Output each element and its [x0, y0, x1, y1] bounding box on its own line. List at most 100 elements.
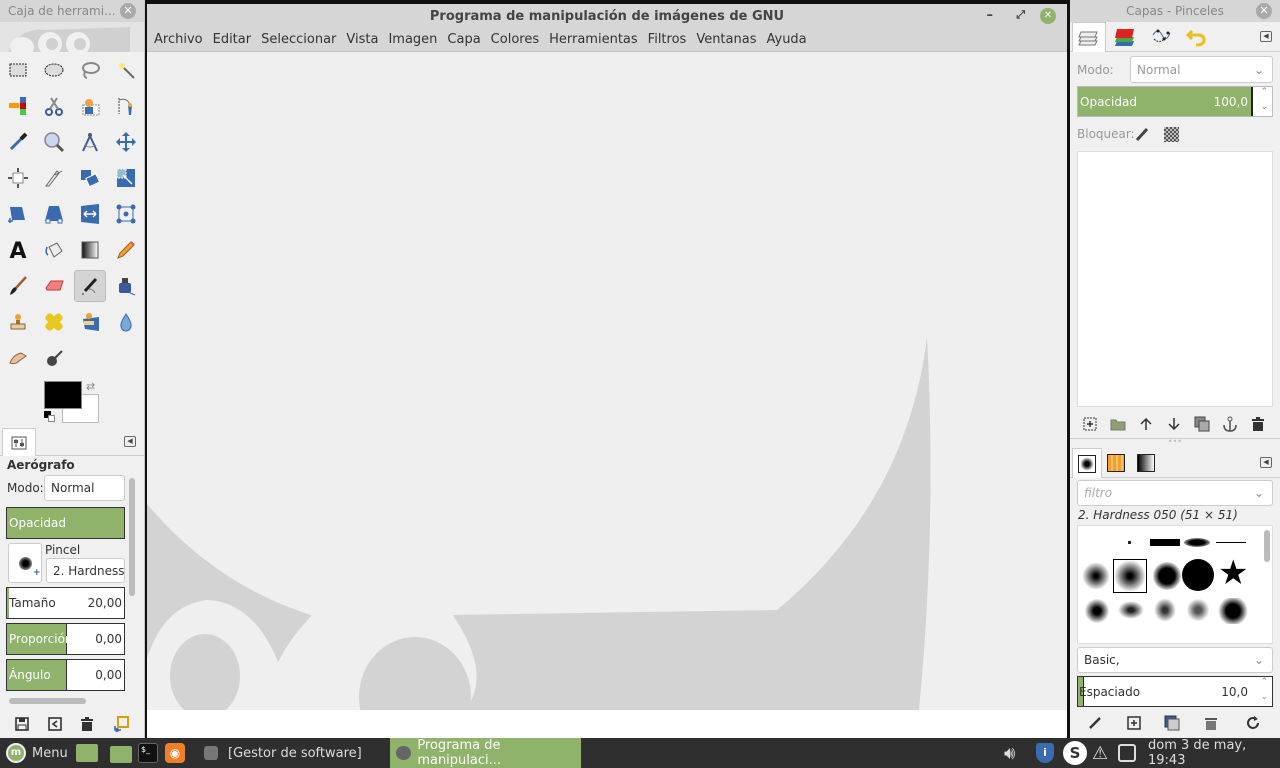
tool-bucket-fill[interactable]: [38, 234, 70, 266]
menu-herramientas[interactable]: Herramientas: [544, 32, 643, 47]
tab-gradients[interactable]: [1137, 454, 1155, 472]
tool-zoom[interactable]: [38, 126, 70, 158]
tool-options-vscrollbar[interactable]: [129, 478, 135, 596]
menu-vista[interactable]: Vista: [341, 32, 383, 47]
brush-grid[interactable]: ★: [1077, 525, 1273, 644]
tool-select-by-color[interactable]: [2, 90, 34, 122]
tool-ink[interactable]: [110, 270, 142, 302]
brush-item[interactable]: [1084, 599, 1110, 623]
spin-up-icon[interactable]: ⌃: [1260, 87, 1268, 97]
brush-item[interactable]: [1150, 539, 1180, 546]
tool-options-hscrollbar[interactable]: [9, 698, 86, 704]
taskbar-window-gimp[interactable]: Programa de manipulaci...: [390, 738, 581, 768]
menu-archivo[interactable]: Archivo: [149, 32, 208, 47]
tool-flip[interactable]: [74, 198, 106, 230]
brush-item[interactable]: [1182, 559, 1214, 591]
menu-imagen[interactable]: Imagen: [383, 32, 442, 47]
tool-free-select[interactable]: [74, 54, 106, 86]
tool-paths[interactable]: [110, 90, 142, 122]
tool-heal[interactable]: [38, 306, 70, 338]
anchor-layer-button[interactable]: [1219, 413, 1241, 435]
tool-text[interactable]: A: [2, 234, 34, 266]
angle-slider[interactable]: Ángulo 0,00: [6, 659, 125, 691]
brush-grid-scrollbar[interactable]: [1264, 530, 1270, 562]
duplicate-brush-button[interactable]: [1161, 712, 1183, 734]
new-layer-group-button[interactable]: [1107, 413, 1129, 435]
tool-unified-transform[interactable]: [74, 162, 106, 194]
brush-item-star[interactable]: ★: [1218, 556, 1248, 590]
foreground-color-swatch[interactable]: [44, 381, 82, 409]
menu-capa[interactable]: Capa: [442, 32, 485, 47]
brush-item[interactable]: [1186, 599, 1210, 621]
brush-tag-dropdown[interactable]: Basic, ⌄: [1077, 647, 1273, 673]
panel-menu-icon[interactable]: ◀: [124, 436, 136, 447]
brush-item[interactable]: [1184, 538, 1210, 547]
taskbar-window-software-manager[interactable]: [Gestor de software]: [198, 738, 386, 768]
firefox-launcher[interactable]: ◉: [165, 738, 185, 768]
dock-close-button[interactable]: ✕: [1256, 3, 1272, 19]
tool-blur-sharpen[interactable]: [110, 306, 142, 338]
minimize-button[interactable]: –: [987, 8, 994, 23]
maximize-button[interactable]: ⤢: [1016, 8, 1025, 22]
spin-down-icon[interactable]: ⌄: [1260, 102, 1268, 112]
terminal-launcher[interactable]: $_: [138, 738, 158, 768]
tool-perspective-clone[interactable]: [74, 306, 106, 338]
tool-perspective[interactable]: [2, 198, 34, 230]
tool-rect-select[interactable]: [2, 54, 34, 86]
lower-layer-button[interactable]: [1163, 413, 1185, 435]
tool-scale[interactable]: [110, 162, 142, 194]
brush-item-selected[interactable]: [1113, 559, 1147, 593]
size-slider[interactable]: Tamaño 20,00: [6, 587, 125, 619]
menu-editar[interactable]: Editar: [208, 32, 257, 47]
tool-ellipse-select[interactable]: [38, 54, 70, 86]
tab-channels[interactable]: [1110, 25, 1140, 49]
raise-layer-button[interactable]: [1135, 413, 1157, 435]
update-manager-icon[interactable]: i: [1036, 738, 1054, 768]
save-tool-preset-button[interactable]: [11, 713, 33, 735]
tool-cage-transform[interactable]: [110, 198, 142, 230]
tool-airbrush[interactable]: [74, 270, 106, 302]
tab-paths[interactable]: [1146, 25, 1176, 49]
brush-item[interactable]: [1154, 598, 1176, 622]
tab-layers[interactable]: [1072, 22, 1106, 52]
lock-pixels-icon[interactable]: [1134, 126, 1150, 142]
show-desktop-button[interactable]: [76, 738, 98, 768]
tab-undo-history[interactable]: [1182, 25, 1212, 49]
tool-alignment[interactable]: [2, 162, 34, 194]
menu-filtros[interactable]: Filtros: [643, 32, 692, 47]
tool-color-picker[interactable]: [2, 126, 34, 158]
menu-ayuda[interactable]: Ayuda: [761, 32, 811, 47]
tool-smudge[interactable]: [2, 342, 34, 374]
tab-brushes[interactable]: [1072, 448, 1102, 478]
tool-dodge-burn[interactable]: [38, 342, 70, 374]
tool-3d-transform[interactable]: [38, 198, 70, 230]
tool-crop[interactable]: [38, 162, 70, 194]
tab-patterns[interactable]: [1107, 454, 1125, 472]
tool-foreground-select[interactable]: [74, 90, 106, 122]
delete-tool-preset-button[interactable]: [76, 713, 98, 735]
delete-layer-button[interactable]: [1247, 413, 1269, 435]
image-canvas-area[interactable]: [147, 52, 1067, 710]
tool-eraser[interactable]: [38, 270, 70, 302]
tool-paintbrush[interactable]: [2, 270, 34, 302]
clock[interactable]: dom 3 de may, 19:43: [1148, 738, 1280, 768]
volume-icon[interactable]: 🔊︎: [1004, 738, 1015, 768]
lock-alpha-icon[interactable]: [1164, 127, 1179, 142]
wilber-drop-zone[interactable]: [0, 22, 144, 52]
skype-icon[interactable]: S: [1063, 738, 1087, 768]
dock-pane-separator[interactable]: •••: [1070, 438, 1280, 446]
tool-fuzzy-select[interactable]: [110, 54, 142, 86]
delete-brush-button[interactable]: [1200, 712, 1222, 734]
brush-item[interactable]: [1082, 562, 1110, 590]
tab-tool-options[interactable]: [2, 428, 36, 456]
tool-move[interactable]: [110, 126, 142, 158]
brush-filter-input[interactable]: filtro ⌄: [1077, 480, 1273, 506]
restore-tool-preset-button[interactable]: [44, 713, 66, 735]
tool-clone[interactable]: [2, 306, 34, 338]
aspect-ratio-slider[interactable]: Proporción d... 0,00: [6, 623, 125, 655]
opacity-slider[interactable]: Opacidad: [6, 507, 125, 539]
brush-item[interactable]: [1216, 542, 1246, 543]
tool-scissors[interactable]: [38, 90, 70, 122]
menu-ventanas[interactable]: Ventanas: [691, 32, 761, 47]
warning-icon[interactable]: ⚠: [1092, 738, 1108, 768]
